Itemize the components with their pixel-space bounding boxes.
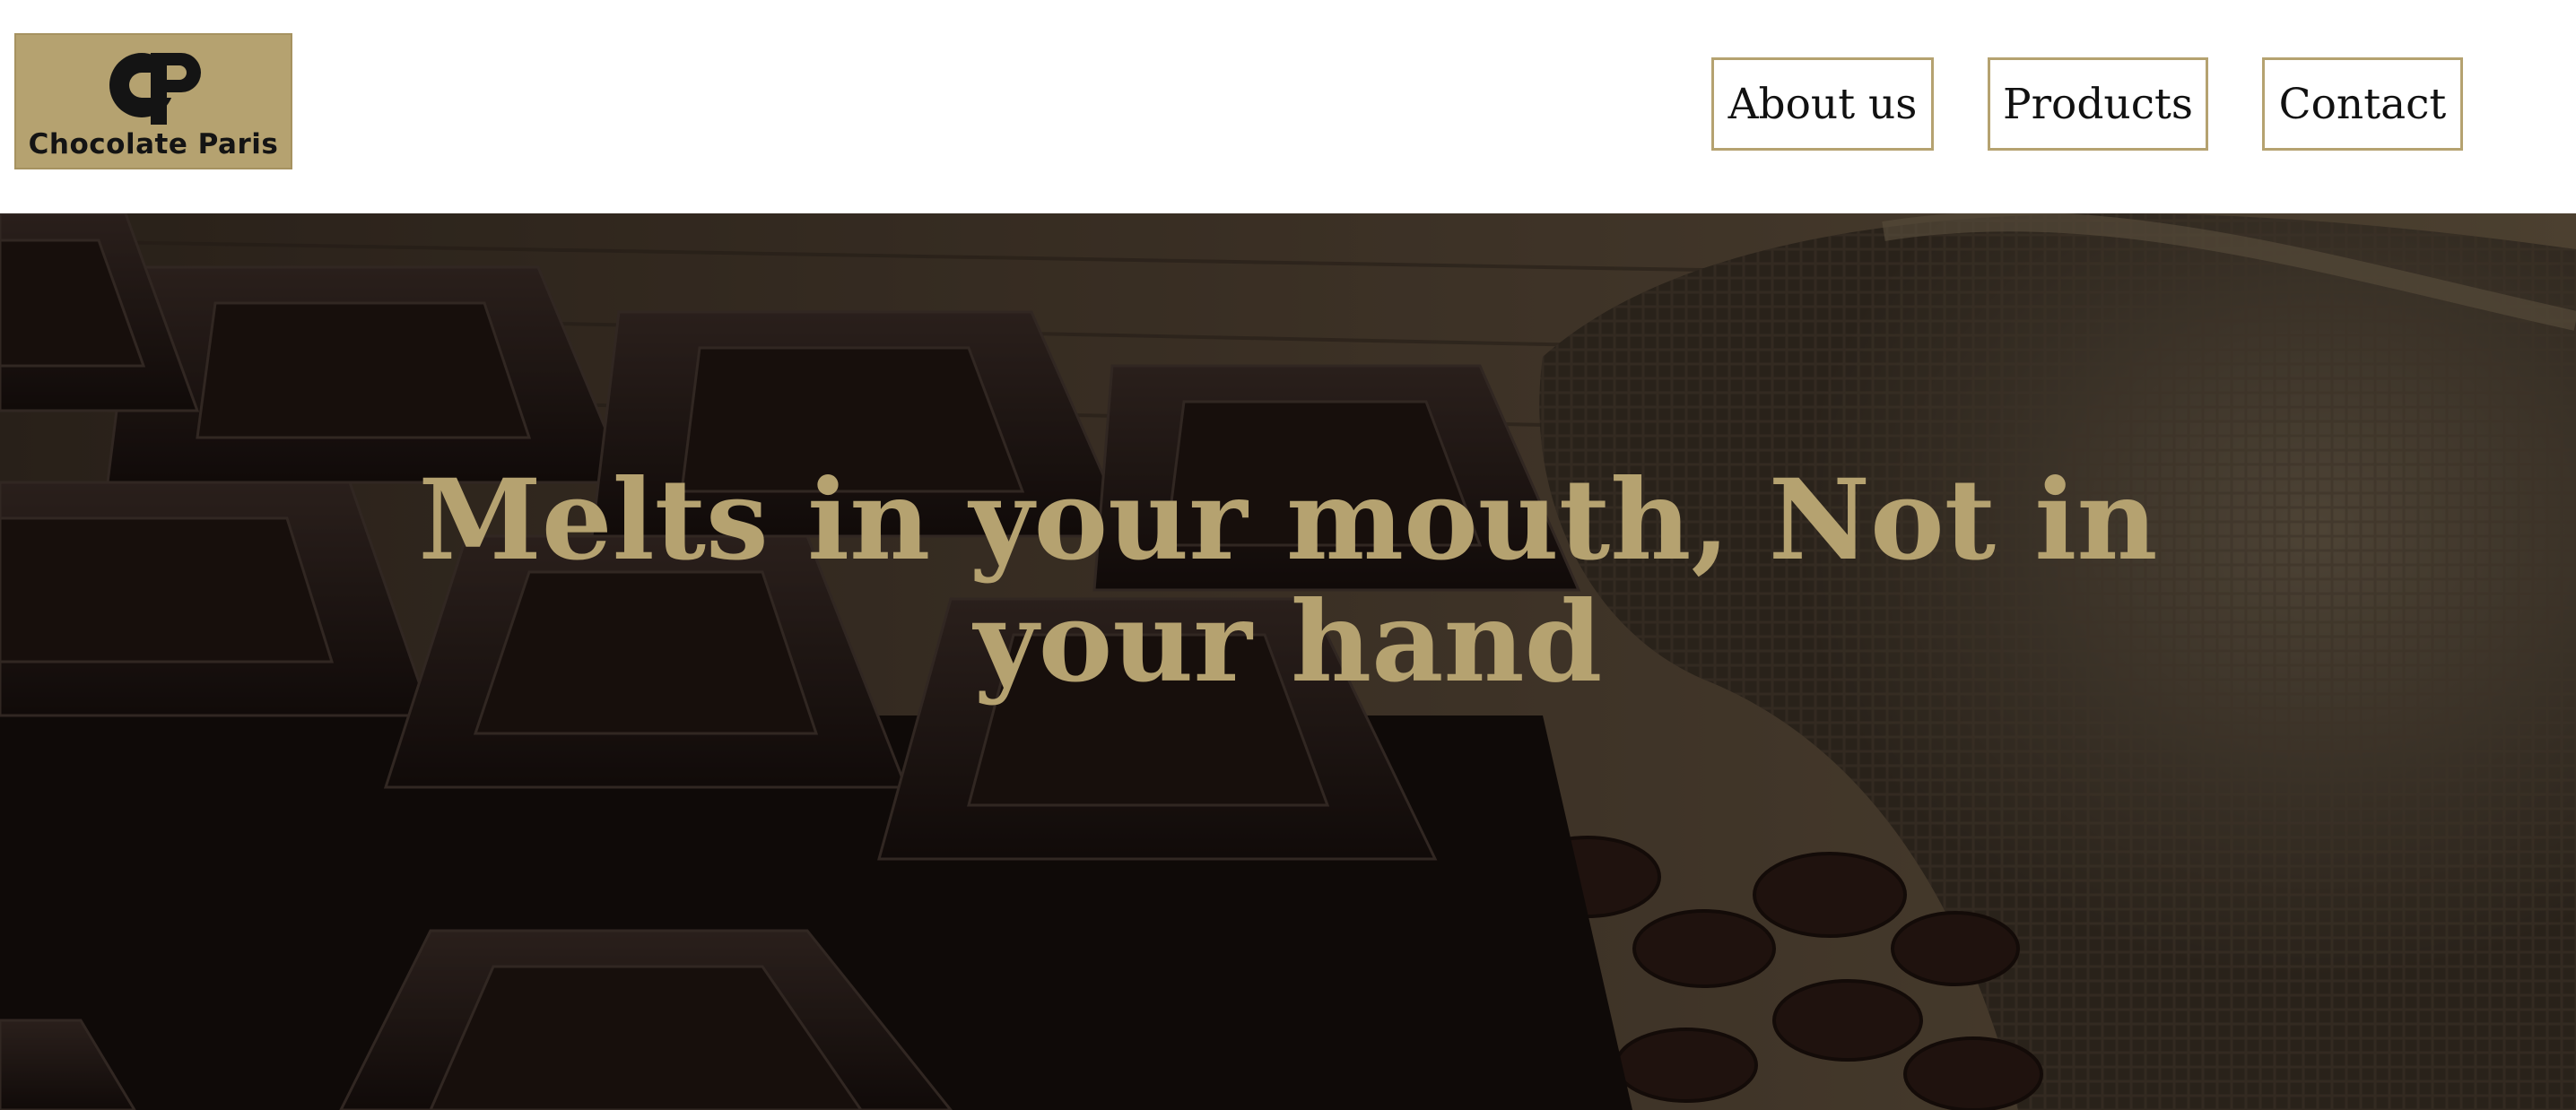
hero-banner: Melts in your mouth, Not in your hand xyxy=(0,213,2576,1110)
chocolate-paris-logo[interactable]: Chocolate Paris xyxy=(14,33,292,169)
site-header: Chocolate Paris About us Products Contac… xyxy=(0,0,2576,213)
logo-text: Chocolate Paris xyxy=(28,128,279,160)
nav-products-button[interactable]: Products xyxy=(1988,57,2208,151)
nav-about-us-button[interactable]: About us xyxy=(1711,57,1934,151)
cp-monogram-icon xyxy=(109,53,201,125)
hero-tagline: Melts in your mouth, Not in your hand xyxy=(418,455,2158,707)
nav-contact-button[interactable]: Contact xyxy=(2262,57,2463,151)
